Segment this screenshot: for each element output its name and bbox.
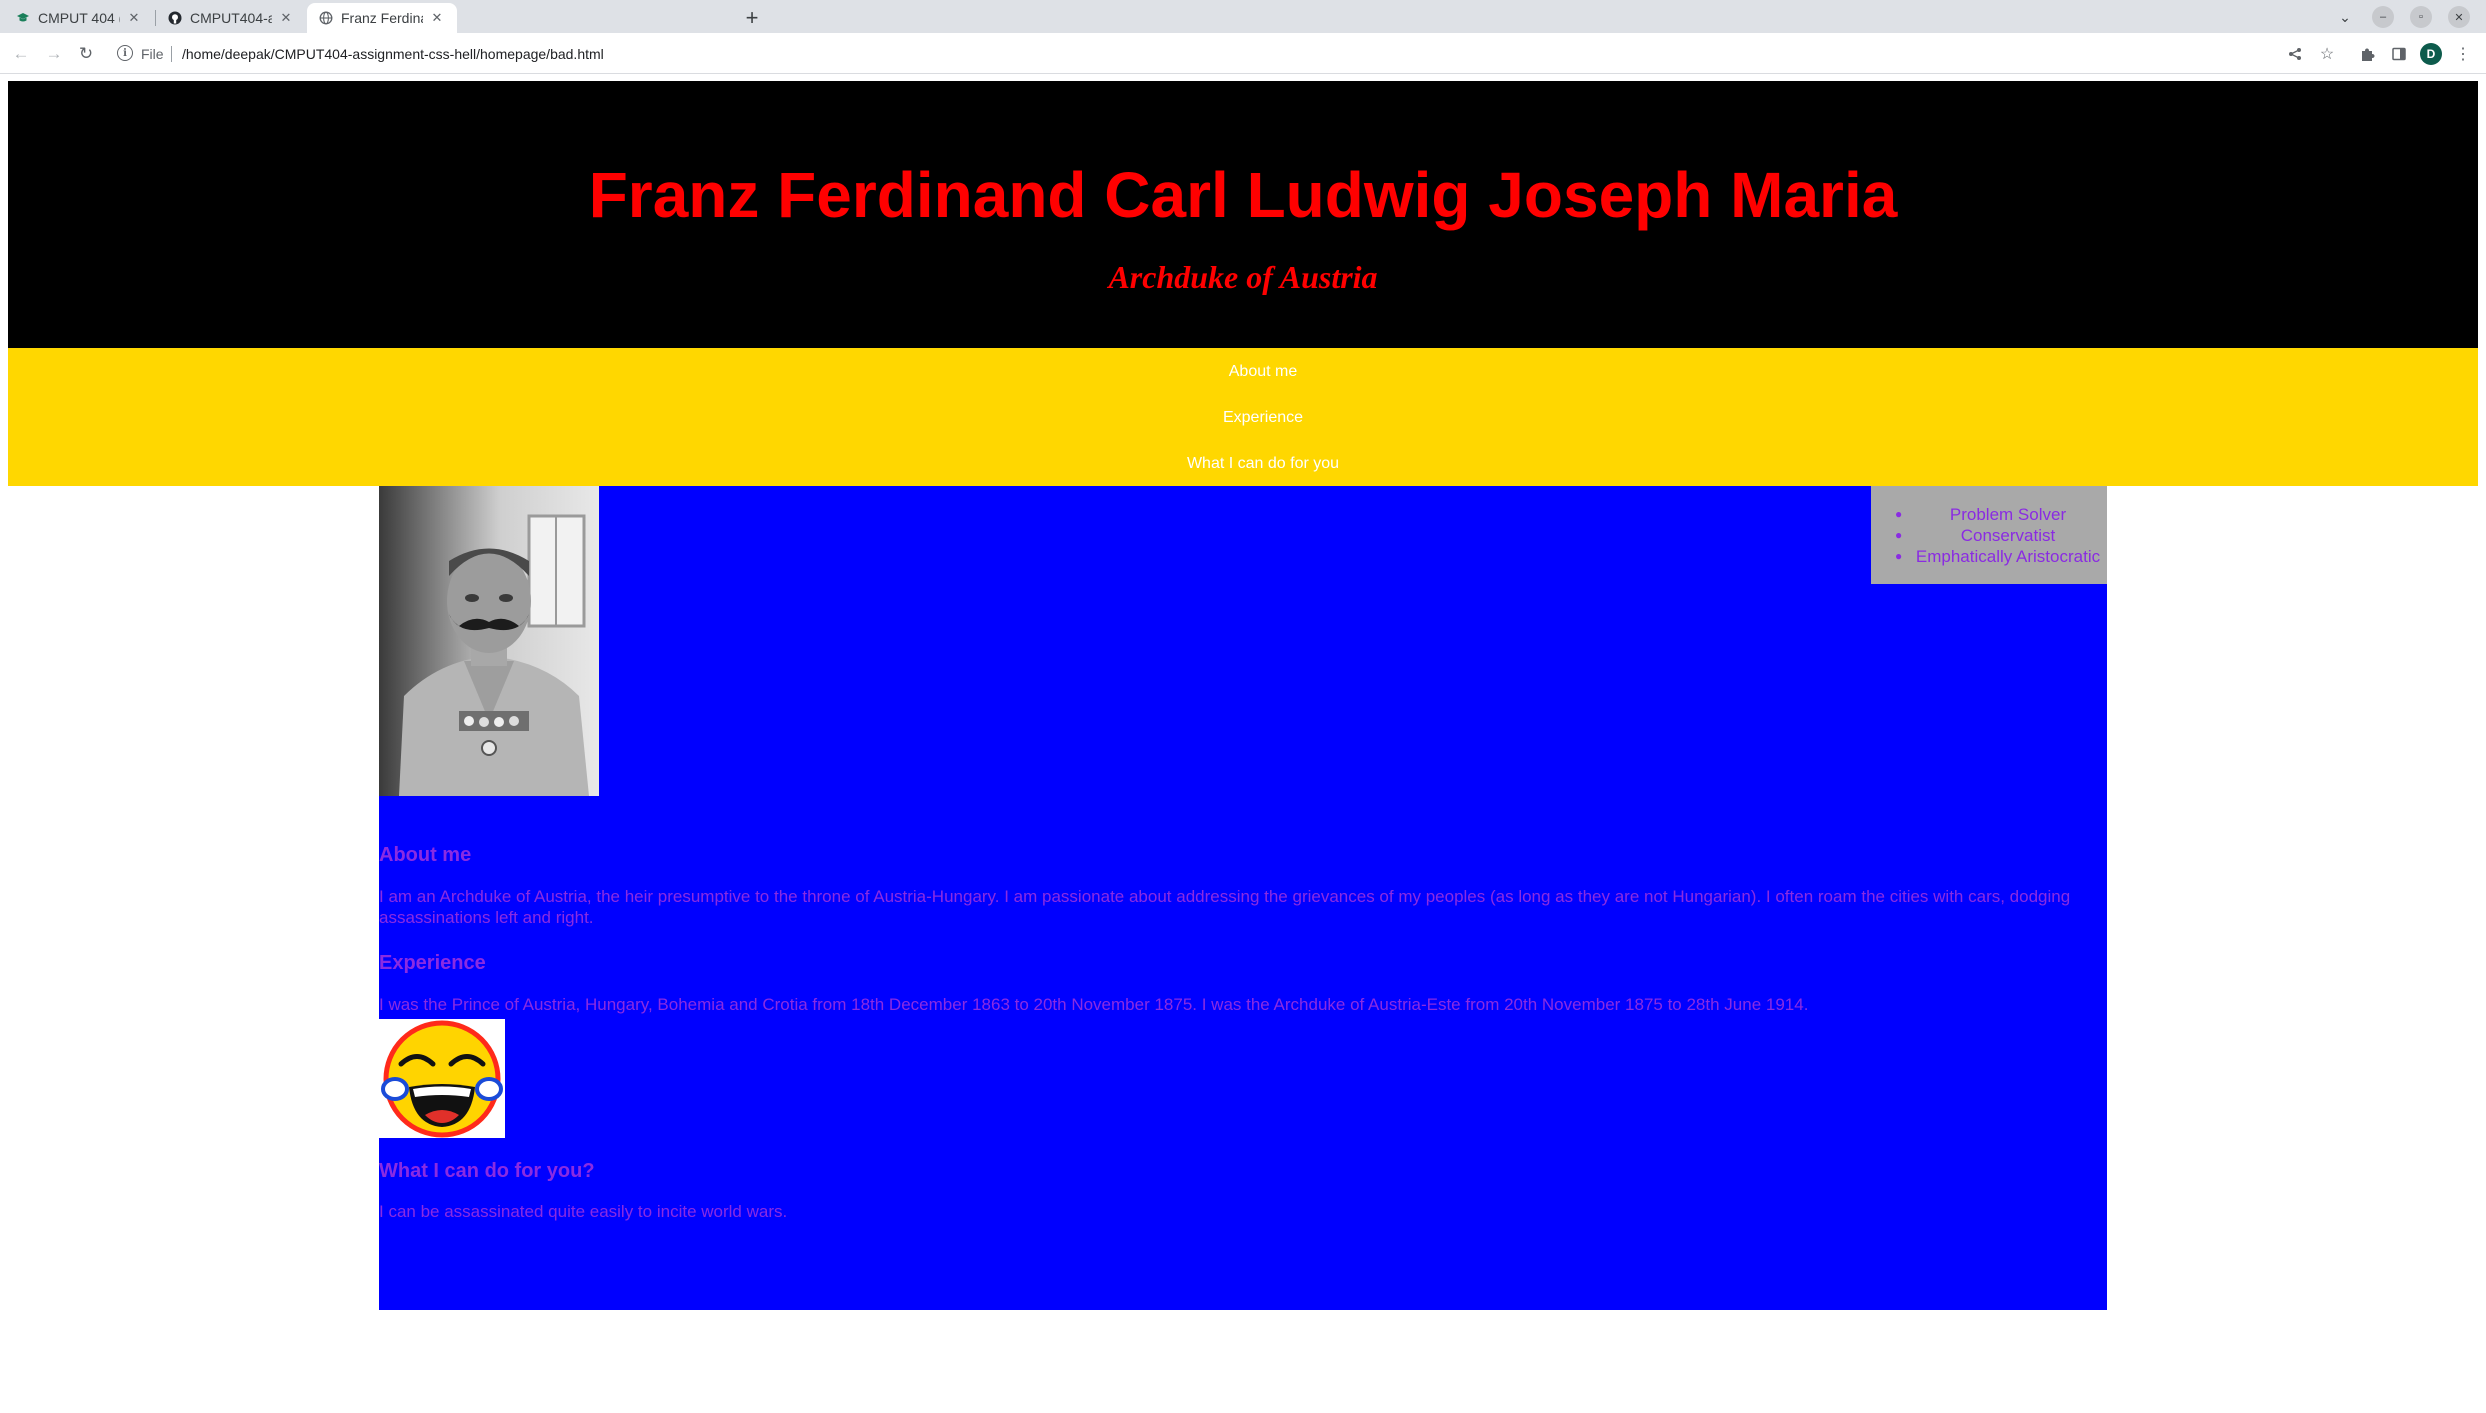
trait-label: Problem Solver: [1949, 505, 2067, 524]
share-icon[interactable]: [2284, 43, 2306, 65]
nav-link-about[interactable]: About me: [8, 362, 2486, 382]
list-item: ● Problem Solver: [1871, 504, 2107, 525]
nav-link-services[interactable]: What I can do for you: [8, 454, 2486, 474]
tab-title: Franz Ferdinand: [341, 10, 423, 26]
about-heading: About me: [379, 844, 472, 866]
nav-link-experience[interactable]: Experience: [8, 408, 2486, 428]
traits-sidebar: ● Problem Solver ● Conservatist ● Emphatica…: [1871, 486, 2107, 584]
offer-text: I can be assassinated quite easily to in…: [379, 1202, 788, 1221]
experience-text: I was the Prince of Austria, Hungary, Bo…: [379, 995, 1809, 1014]
experience-heading: Experience: [379, 952, 486, 974]
tab-title: CMPUT 404 (LAB D01 D02: [38, 10, 120, 26]
back-arrow-icon[interactable]: ←: [10, 43, 32, 65]
extensions-puzzle-icon[interactable]: [2356, 43, 2378, 65]
profile-avatar[interactable]: D: [2420, 43, 2442, 65]
bullet-icon: ●: [1895, 507, 1903, 521]
close-window-icon[interactable]: ✕: [2448, 6, 2470, 28]
tab-franz-ferdinand[interactable]: Franz Ferdinand ✕: [307, 3, 457, 33]
traits-list: ● Problem Solver ● Conservatist ● Emphatica…: [1871, 504, 2107, 567]
bookmark-star-icon[interactable]: ☆: [2316, 43, 2338, 65]
tab-github-assignment[interactable]: CMPUT404-assignment-cs ✕: [156, 3, 306, 33]
site-header: Franz Ferdinand Carl Ludwig Joseph Maria…: [8, 81, 2478, 348]
about-text: I am an Archduke of Austria, the heir pr…: [379, 887, 2071, 927]
close-tab-icon[interactable]: ✕: [126, 10, 142, 26]
more-menu-icon[interactable]: ⋮: [2452, 43, 2474, 65]
bullet-icon: ●: [1895, 549, 1903, 563]
list-item: ● Conservatist: [1871, 525, 2107, 546]
close-tab-icon[interactable]: ✕: [278, 10, 294, 26]
forward-arrow-icon[interactable]: →: [43, 43, 65, 65]
reload-icon[interactable]: ↻: [75, 43, 97, 65]
url-divider: [171, 46, 172, 62]
browser-toolbar: ← → ↻ i File /home/deepak/CMPUT404-assig…: [0, 33, 2486, 74]
new-tab-button[interactable]: +: [740, 5, 764, 30]
minimize-icon[interactable]: –: [2372, 6, 2394, 28]
trait-label: Conservatist: [1960, 526, 2056, 545]
page-subtitle: Archduke of Austria: [1108, 259, 1378, 295]
page-title: Franz Ferdinand Carl Ludwig Joseph Maria: [588, 159, 1898, 231]
list-item: ● Emphatically Aristocratic: [1871, 546, 2107, 567]
close-tab-icon[interactable]: ✕: [429, 10, 445, 26]
portrait-photo: [379, 486, 599, 796]
tab-search-icon[interactable]: ⌄: [2334, 6, 2356, 28]
laughing-emoji-image: [379, 1019, 505, 1138]
browser-tab-strip: CMPUT 404 (LAB D01 D02 ✕ CMPUT404-assign…: [0, 0, 2486, 33]
offer-heading: What I can do for you?: [379, 1160, 595, 1182]
main-content: ● Problem Solver ● Conservatist ● Emphatica…: [379, 486, 2107, 1310]
tab-cmput404-lab[interactable]: CMPUT 404 (LAB D01 D02 ✕: [4, 3, 154, 33]
info-icon[interactable]: i: [117, 45, 133, 61]
side-panel-icon[interactable]: [2388, 43, 2410, 65]
bullet-icon: ●: [1895, 528, 1903, 542]
address-bar-url[interactable]: /home/deepak/CMPUT404-assignment-css-hel…: [182, 43, 604, 65]
restore-icon[interactable]: ▫: [2410, 6, 2432, 28]
github-icon: [168, 11, 182, 25]
graduation-cap-icon: [16, 11, 30, 25]
scheme-label: File: [141, 46, 164, 62]
globe-icon: [319, 11, 333, 25]
tab-title: CMPUT404-assignment-cs: [190, 10, 272, 26]
page-viewport: Franz Ferdinand Carl Ludwig Joseph Maria…: [0, 74, 2486, 1413]
trait-label: Emphatically Aristocratic: [1915, 547, 2101, 566]
site-nav: About me Experience What I can do for yo…: [8, 348, 2478, 486]
